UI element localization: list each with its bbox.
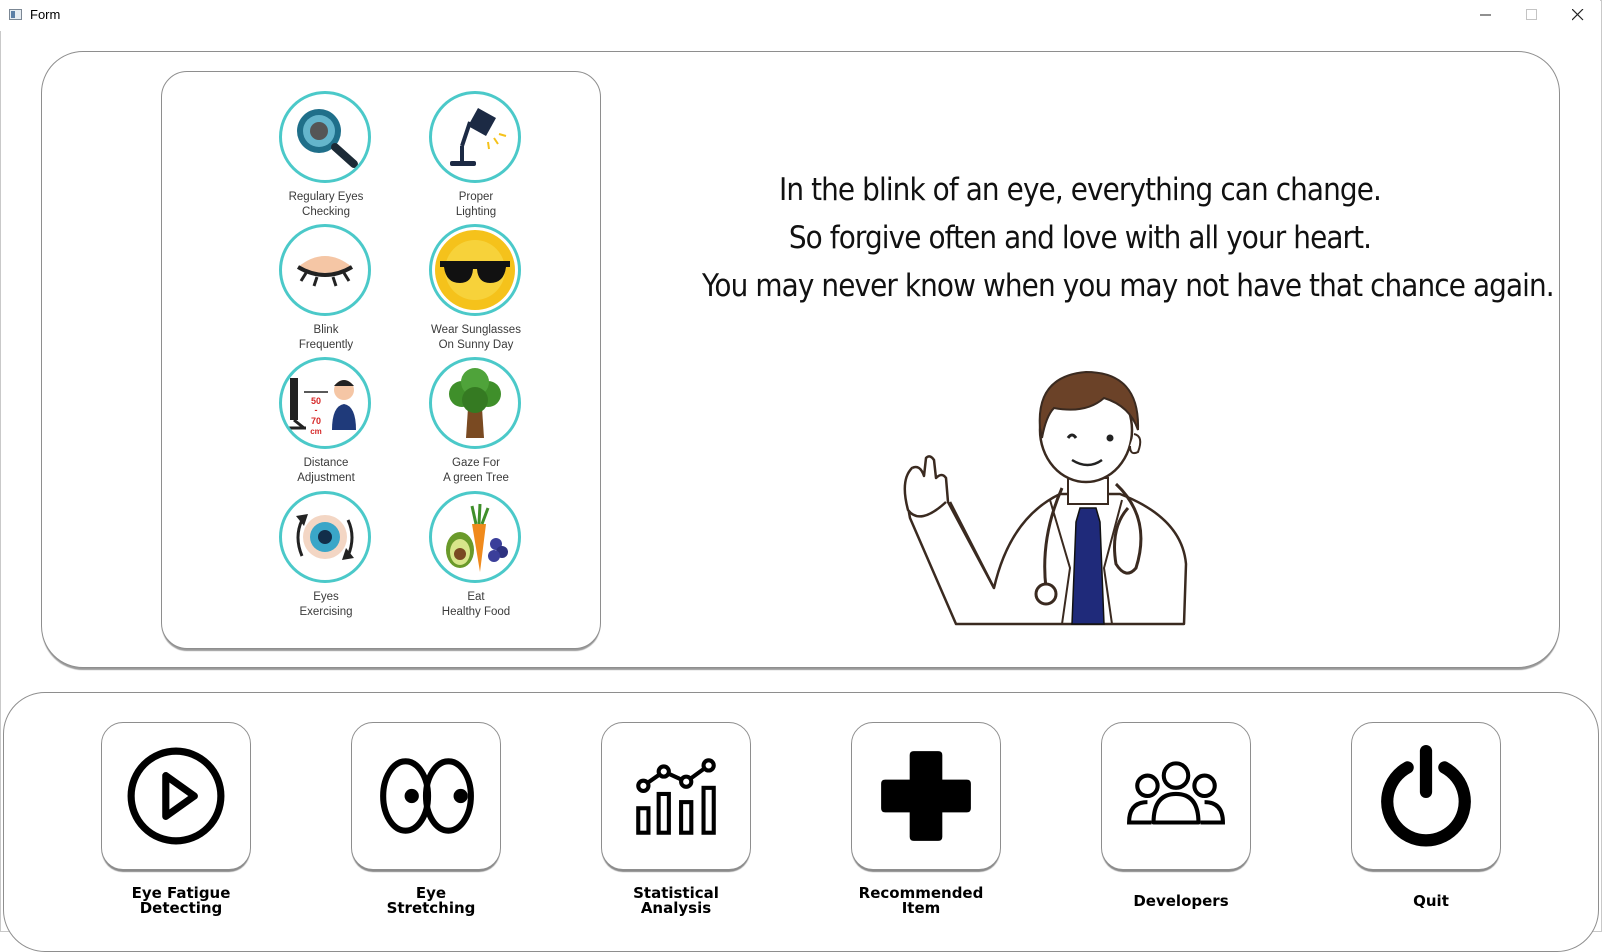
sunglasses-icon	[435, 230, 515, 310]
minimize-icon	[1480, 14, 1491, 16]
nav-label: Statistical Analysis	[633, 884, 719, 917]
statistical-analysis-button[interactable]	[601, 722, 751, 870]
closed-eye-icon	[296, 256, 354, 287]
recommended-item-button[interactable]	[851, 722, 1001, 870]
nav-label: Developers	[1133, 892, 1229, 910]
window-title: Form	[30, 7, 61, 22]
svg-text:-: -	[315, 405, 318, 415]
tip-eyes-exercising: Eyes Exercising	[251, 491, 401, 621]
nav-label: Eye Fatigue Detecting	[131, 884, 231, 917]
maximize-icon	[1526, 9, 1537, 20]
maximize-button[interactable]	[1509, 0, 1555, 30]
tip-blink-frequently: Blink Frequently	[251, 224, 401, 354]
tip-label: Eat Healthy Food	[441, 591, 511, 618]
tree-icon	[449, 368, 501, 438]
tip-label: Wear Sunglasses On Sunny Day	[431, 324, 521, 351]
eyes-icon	[380, 758, 474, 834]
quote-line: In the blink of an eye, everything can c…	[779, 172, 1382, 208]
magnifier-icon	[297, 109, 358, 168]
tip-label: Proper Lighting	[455, 191, 497, 218]
desk-lamp-icon	[450, 108, 507, 166]
quit-button[interactable]	[1351, 722, 1501, 870]
plus-icon	[881, 751, 971, 841]
power-icon	[1381, 745, 1471, 847]
tip-regular-eye-checking: Regulary Eyes Checking	[251, 91, 401, 221]
eye-stretching-button[interactable]	[351, 722, 501, 870]
svg-text:70: 70	[311, 416, 321, 426]
doctor-illustration	[903, 370, 1188, 626]
nav-label: Quit	[1413, 892, 1449, 910]
motivational-quote: In the blink of an eye, everything can c…	[702, 166, 1555, 310]
nav-label: Eye Stretching	[386, 884, 476, 917]
title-bar[interactable]: Form	[0, 0, 1600, 31]
tip-label: Distance Adjustment	[297, 457, 355, 484]
monitor-distance-icon: 50 - 70 cm	[286, 378, 356, 436]
tip-wear-sunglasses: Wear Sunglasses On Sunny Day	[401, 224, 551, 354]
close-icon	[1572, 9, 1584, 21]
tip-distance-adjustment: 50 - 70 cm Distance Adjustment	[251, 357, 401, 487]
quote-line: So forgive often and love with all your …	[788, 220, 1372, 256]
tip-label: Gaze For A green Tree	[443, 457, 509, 484]
eye-fatigue-detecting-button[interactable]	[101, 722, 251, 870]
quote-line: You may never know when you may not have…	[702, 268, 1555, 304]
tip-label: Blink Frequently	[298, 324, 354, 351]
eye-care-tips-card: Regulary Eyes Checking Proper Lighting B…	[161, 71, 601, 649]
nav-label: Recommended Item	[858, 884, 984, 917]
tip-gaze-green-tree: Gaze For A green Tree	[401, 357, 551, 487]
close-button[interactable]	[1555, 0, 1601, 30]
svg-text:cm: cm	[310, 427, 322, 436]
app-icon	[9, 9, 22, 20]
tip-label: Eyes Exercising	[299, 591, 353, 618]
tip-proper-lighting: Proper Lighting	[401, 91, 551, 221]
chart-icon	[636, 758, 716, 835]
people-icon	[1127, 761, 1225, 825]
tip-label: Regulary Eyes Checking	[288, 191, 364, 218]
eye-rotate-icon	[296, 514, 354, 560]
developers-button[interactable]	[1101, 722, 1251, 870]
vegetables-icon	[446, 503, 508, 572]
minimize-button[interactable]	[1463, 0, 1509, 30]
play-icon	[127, 747, 225, 845]
tip-eat-healthy-food: Eat Healthy Food	[401, 491, 551, 621]
